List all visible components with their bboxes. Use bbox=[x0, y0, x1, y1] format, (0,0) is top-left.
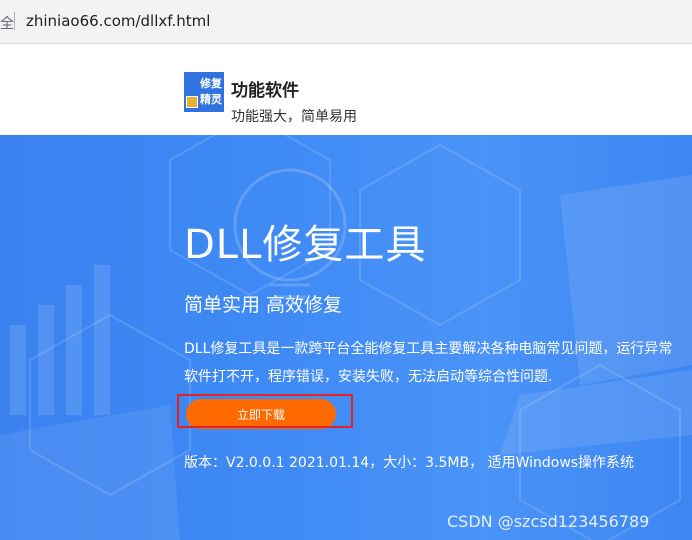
browser-address-bar: 全 zhiniao66.com/dllxf.html bbox=[0, 0, 692, 44]
hero-subtitle: 简单实用 高效修复 bbox=[184, 294, 343, 316]
logo-text: 修复精灵 bbox=[200, 77, 222, 106]
hero-description-line-2: 软件打不开，程序错误，安装失败，无法启动等综合性问题. bbox=[184, 369, 553, 385]
version-info: 版本：V2.0.0.1 2021.01.14，大小：3.5MB， 适用Windo… bbox=[184, 455, 635, 471]
url-field[interactable]: zhiniao66.com/dllxf.html bbox=[26, 12, 210, 30]
brand-slogan: 功能强大，简单易用 bbox=[231, 109, 357, 125]
security-indicator[interactable]: 全 bbox=[0, 13, 14, 33]
hero-title: DLL修复工具 bbox=[184, 222, 427, 268]
brand-name: 功能软件 bbox=[231, 81, 299, 101]
site-logo[interactable]: 修复精灵 bbox=[184, 72, 224, 112]
hero-description-line-1: DLL修复工具是一款跨平台全能修复工具主要解决各种电脑常见问题，运行异常 bbox=[184, 341, 673, 357]
watermark-text: CSDN @szcsd123456789 bbox=[447, 512, 650, 531]
hero-banner: DLL修复工具 简单实用 高效修复 DLL修复工具是一款跨平台全能修复工具主要解… bbox=[0, 135, 692, 540]
annotation-highlight-box bbox=[177, 394, 353, 428]
address-separator bbox=[14, 12, 15, 30]
